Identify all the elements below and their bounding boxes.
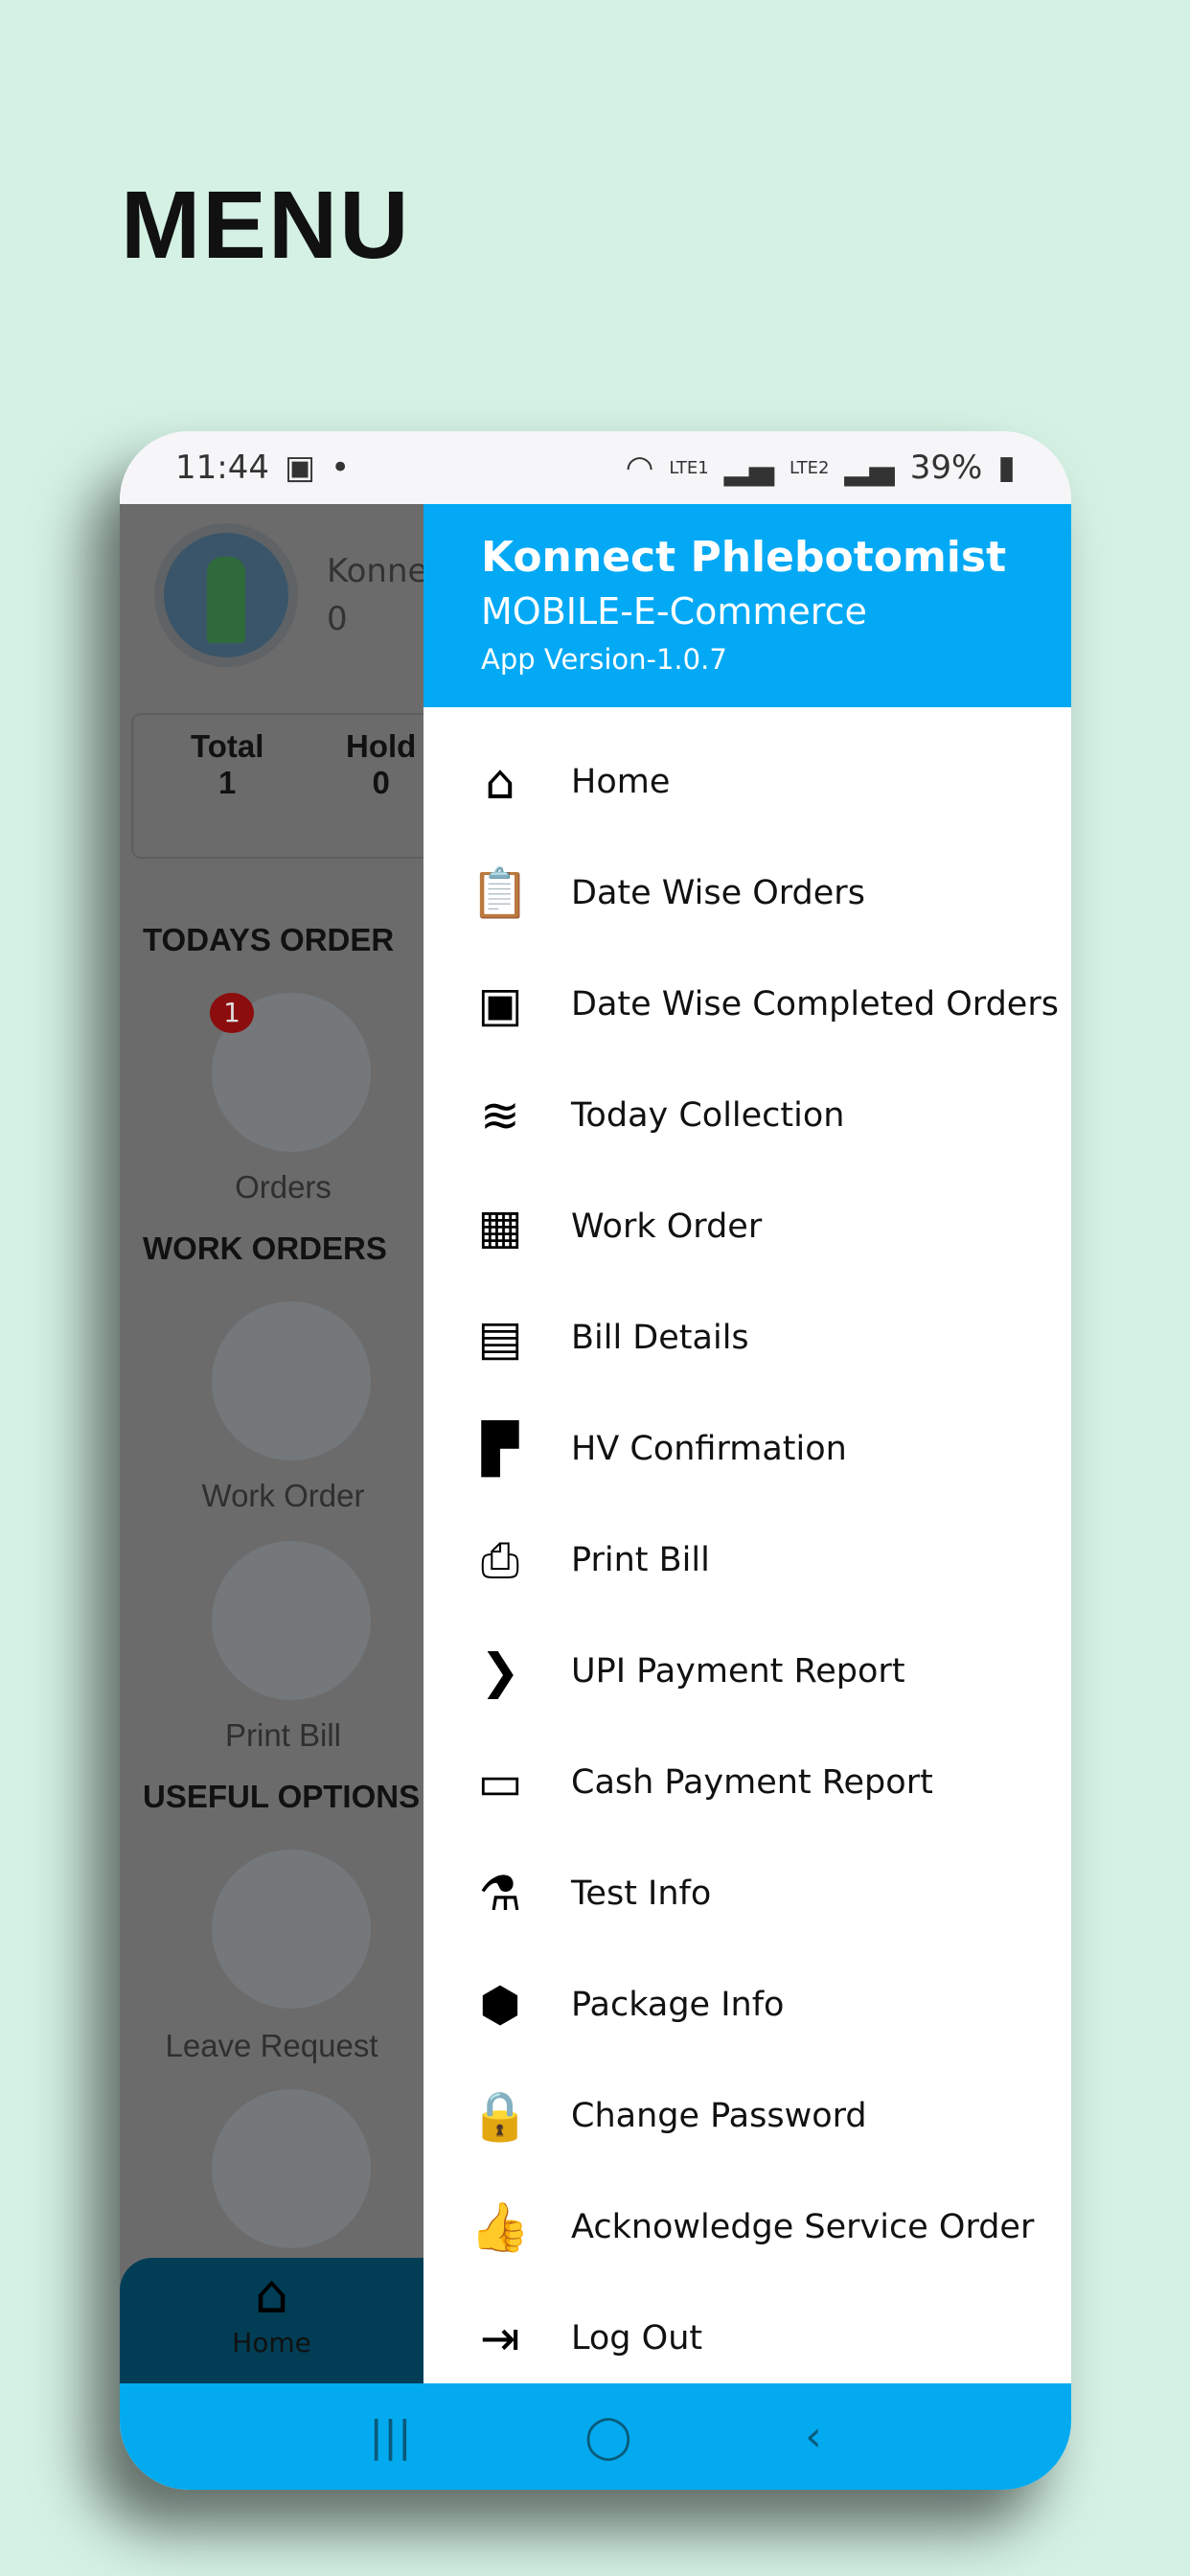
battery-percent: 39% — [909, 448, 983, 487]
phone-frame: 11:44 ▣ • ◠ LTE1 ▂▄ LTE2 ▂▄ 39% ▮ Konne 0 Total 1… — [120, 431, 1071, 2490]
drawer-item-label: Acknowledge Service Order — [571, 2208, 1035, 2246]
gallery-icon: ▣ — [284, 448, 316, 487]
coins-icon: ≋ — [480, 1088, 520, 1143]
orders-badge: 1 — [210, 993, 254, 1033]
bottom-tab-label: Home — [232, 2327, 311, 2358]
page-title: MENU — [121, 172, 411, 279]
drawer-item-change-password[interactable]: 🔒 Change Password — [423, 2060, 1071, 2172]
drawer-item-date-wise-completed-orders[interactable]: ▣ Date Wise Completed Orders — [423, 949, 1071, 1060]
home-icon: ⌂ — [485, 754, 515, 810]
boxes-icon: ▦ — [477, 1199, 523, 1254]
user-value: 0 — [327, 600, 348, 638]
status-bar: 11:44 ▣ • ◠ LTE1 ▂▄ LTE2 ▂▄ 39% ▮ — [120, 431, 1071, 504]
home-icon: ⌂ — [254, 2264, 289, 2326]
drawer-item-label: Change Password — [571, 2097, 867, 2135]
drawer-item-label: HV Confirmation — [571, 1430, 847, 1468]
drawer-header: Konnect Phlebotomist MOBILE-E-Commerce A… — [423, 504, 1071, 707]
drawer-item-cash-payment-report[interactable]: ▭ Cash Payment Report — [423, 1727, 1071, 1838]
stat-label: Total — [191, 728, 264, 764]
drawer-item-home[interactable]: ⌂ Home — [423, 726, 1071, 838]
drawer-item-label: Package Info — [571, 1986, 785, 2024]
status-time: 11:44 — [175, 448, 269, 487]
notification-dot-icon: • — [331, 448, 351, 487]
avatar — [154, 523, 298, 667]
drawer-item-print-bill[interactable]: ⎙ Print Bill — [423, 1505, 1071, 1616]
drawer-item-label: Work Order — [571, 1208, 763, 1246]
print-bill-tile-icon — [212, 1541, 371, 1700]
stat-label: Hold — [346, 728, 417, 764]
drawer-item-label: Bill Details — [571, 1319, 749, 1357]
section-useful-options: USEFUL OPTIONS — [143, 1779, 421, 1814]
orders-tile-label: Orders — [235, 1169, 332, 1205]
drawer-item-label: UPI Payment Report — [571, 1652, 905, 1690]
drawer-item-date-wise-orders[interactable]: 📋 Date Wise Orders — [423, 838, 1071, 949]
drawer-item-test-info[interactable]: ⚗ Test Info — [423, 1838, 1071, 1949]
back-icon[interactable]: ‹ — [805, 2412, 822, 2461]
print-bill-tile-label: Print Bill — [224, 1717, 342, 1753]
wifi-icon: ◠ — [625, 448, 654, 487]
drawer-item-package-info[interactable]: ⬢ Package Info — [423, 1949, 1071, 2060]
app-version: App Version-1.0.7 — [481, 643, 727, 676]
drawer-item-label: Date Wise Completed Orders — [571, 985, 1059, 1024]
app-name: Konnect Phlebotomist — [481, 533, 1007, 582]
signal-icon: ▂▄ — [844, 448, 895, 487]
leave-request-tile-icon — [212, 1850, 371, 2009]
section-todays-order: TODAYS ORDER — [143, 922, 395, 957]
leave-request-tile-label: Leave Request — [165, 2028, 378, 2063]
logout-icon: ⇥ — [480, 2311, 520, 2366]
drawer-item-acknowledge-service-order[interactable]: 👍 Acknowledge Service Order — [423, 2172, 1071, 2283]
drawer-item-label: Cash Payment Report — [571, 1763, 933, 1802]
location-tile-icon — [212, 2089, 371, 2248]
recent-apps-icon[interactable]: ||| — [369, 2412, 411, 2461]
document-icon: ▛ — [481, 1421, 519, 1477]
work-order-tile-label: Work Order — [201, 1478, 365, 1513]
drawer-item-label: Log Out — [571, 2319, 703, 2358]
box-check-icon: ▣ — [477, 977, 523, 1032]
drawer-item-label: Print Bill — [571, 1541, 710, 1579]
home-circle-icon[interactable]: ◯ — [584, 2412, 631, 2461]
drawer-item-label: Home — [571, 763, 671, 801]
drawer-item-work-order[interactable]: ▦ Work Order — [423, 1171, 1071, 1282]
work-order-tile-icon — [212, 1301, 371, 1460]
drawer-item-label: Date Wise Orders — [571, 874, 865, 912]
bottom-tab-home[interactable]: ⌂ Home — [120, 2258, 423, 2383]
user-name: Konne — [327, 552, 423, 590]
drawer-item-bill-details[interactable]: ▤ Bill Details — [423, 1282, 1071, 1393]
background-screen-overlay[interactable]: Konne 0 Total 1 Hold 0 TODAYS ORDER 1 Orde… — [120, 504, 423, 2383]
test-tube-icon: ⚗ — [478, 1866, 522, 1921]
drawer-item-label: Today Collection — [571, 1096, 845, 1135]
receipt-icon: ▤ — [477, 1310, 523, 1366]
package-icon: ⬢ — [479, 1977, 521, 2033]
stat-value: 1 — [218, 765, 237, 800]
printer-icon: ⎙ — [481, 1531, 519, 1588]
system-nav-bar: ||| ◯ ‹ — [120, 2383, 1071, 2490]
drawer-item-log-out[interactable]: ⇥ Log Out — [423, 2283, 1071, 2394]
navigation-drawer: Konnect Phlebotomist MOBILE-E-Commerce A… — [423, 504, 1071, 2383]
stat-value: 0 — [372, 765, 390, 800]
clipboard-check-icon: 📋 — [469, 864, 531, 921]
upi-icon: ❯ — [480, 1644, 520, 1699]
drawer-item-upi-payment-report[interactable]: ❯ UPI Payment Report — [423, 1616, 1071, 1727]
signal-icon: ▂▄ — [723, 448, 775, 487]
app-subtitle: MOBILE-E-Commerce — [481, 590, 867, 632]
sim1-label: LTE1 — [669, 457, 709, 478]
battery-icon: ▮ — [997, 448, 1016, 487]
thumbs-up-icon: 👍 — [469, 2198, 531, 2255]
lock-icon: 🔒 — [469, 2087, 531, 2144]
drawer-item-today-collection[interactable]: ≋ Today Collection — [423, 1060, 1071, 1171]
section-work-orders: WORK ORDERS — [143, 1230, 387, 1266]
drawer-item-hv-confirmation[interactable]: ▛ HV Confirmation — [423, 1393, 1071, 1505]
stats-card: Total 1 Hold 0 — [131, 713, 423, 859]
cash-icon: ▭ — [477, 1755, 523, 1810]
drawer-item-label: Test Info — [571, 1874, 712, 1913]
sim2-label: LTE2 — [790, 457, 830, 478]
